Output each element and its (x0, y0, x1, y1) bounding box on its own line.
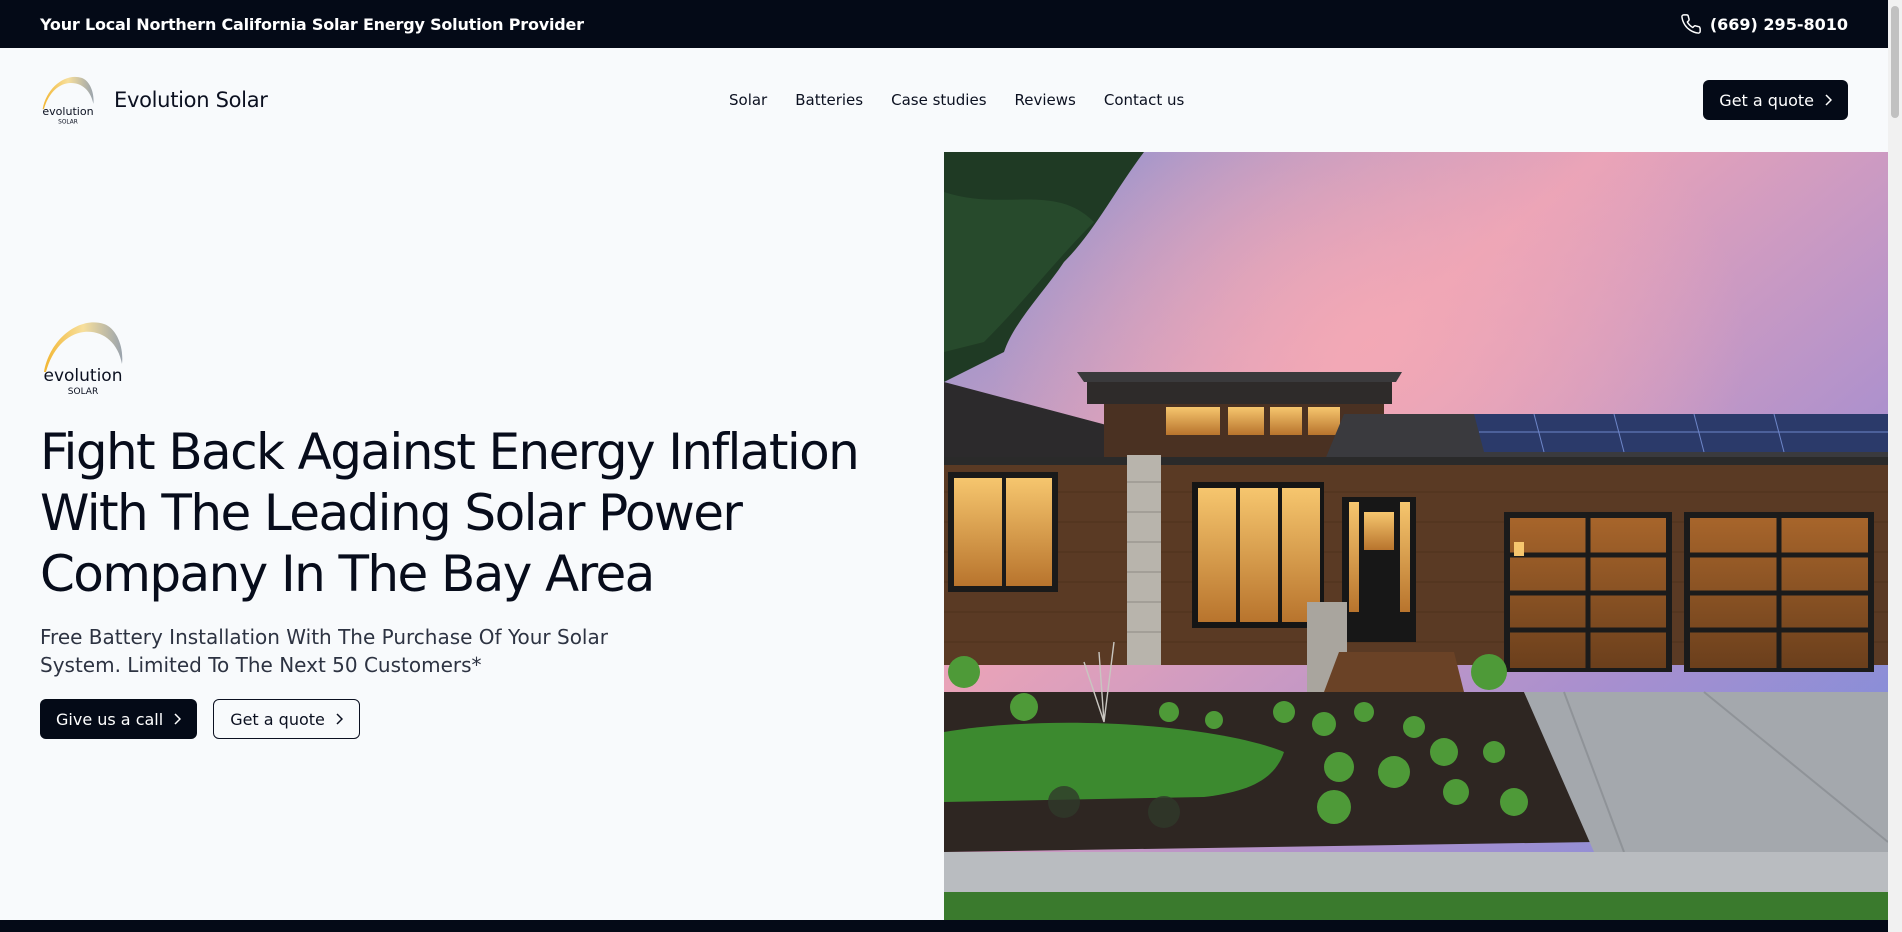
chevron-right-icon (174, 713, 182, 725)
phone-link[interactable]: (669) 295-8010 (1680, 13, 1848, 35)
hero-content: evolution SOLAR Fight Back Against Energ… (40, 318, 940, 739)
tagline: Your Local Northern California Solar Ene… (40, 14, 584, 34)
nav-quote-label: Get a quote (1719, 90, 1814, 110)
hero-logo-word: evolution (44, 366, 123, 386)
nav-quote-button[interactable]: Get a quote (1703, 80, 1848, 120)
give-us-a-call-button[interactable]: Give us a call (40, 699, 198, 739)
logo-sub: SOLAR (58, 119, 78, 125)
hero-logo-sub: SOLAR (68, 387, 98, 397)
bottom-strip (0, 920, 1888, 932)
nav-item-reviews[interactable]: Reviews (1015, 91, 1076, 109)
main-navigation: evolution SOLAR Evolution Solar Solar Ba… (0, 48, 1888, 152)
hero-logo-icon: evolution SOLAR (44, 322, 123, 397)
scrollbar-thumb[interactable] (1891, 6, 1899, 118)
hero-subtitle: Free Battery Installation With The Purch… (40, 625, 608, 677)
house-illustration (944, 152, 1888, 920)
nav-item-solar[interactable]: Solar (729, 91, 767, 109)
logo-icon: evolution SOLAR (42, 76, 94, 125)
chevron-right-icon (1825, 94, 1832, 106)
call-button-label: Give us a call (56, 709, 164, 729)
nav-item-case-studies[interactable]: Case studies (891, 91, 986, 109)
hero-quote-button[interactable]: Get a quote (213, 699, 360, 739)
phone-number: (669) 295-8010 (1709, 14, 1848, 34)
hero-title: Fight Back Against Energy Inflation With… (40, 423, 860, 603)
nav-item-contact-us[interactable]: Contact us (1104, 91, 1184, 109)
brand-link[interactable]: evolution SOLAR Evolution Solar (40, 74, 268, 126)
top-announcement-bar: Your Local Northern California Solar Ene… (0, 0, 1888, 48)
nav-item-batteries[interactable]: Batteries (795, 91, 863, 109)
scrollbar[interactable] (1888, 0, 1902, 932)
hero-cta-group: Give us a call Get a quote (40, 699, 940, 739)
chevron-right-icon (336, 713, 343, 725)
phone-icon (1681, 14, 1701, 34)
hero-house-image (944, 152, 1888, 920)
brand-name: Evolution Solar (114, 88, 268, 112)
hero-quote-label: Get a quote (230, 709, 325, 729)
nav-menu: Solar Batteries Case studies Reviews Con… (729, 48, 1184, 152)
logo-word: evolution (42, 105, 93, 118)
